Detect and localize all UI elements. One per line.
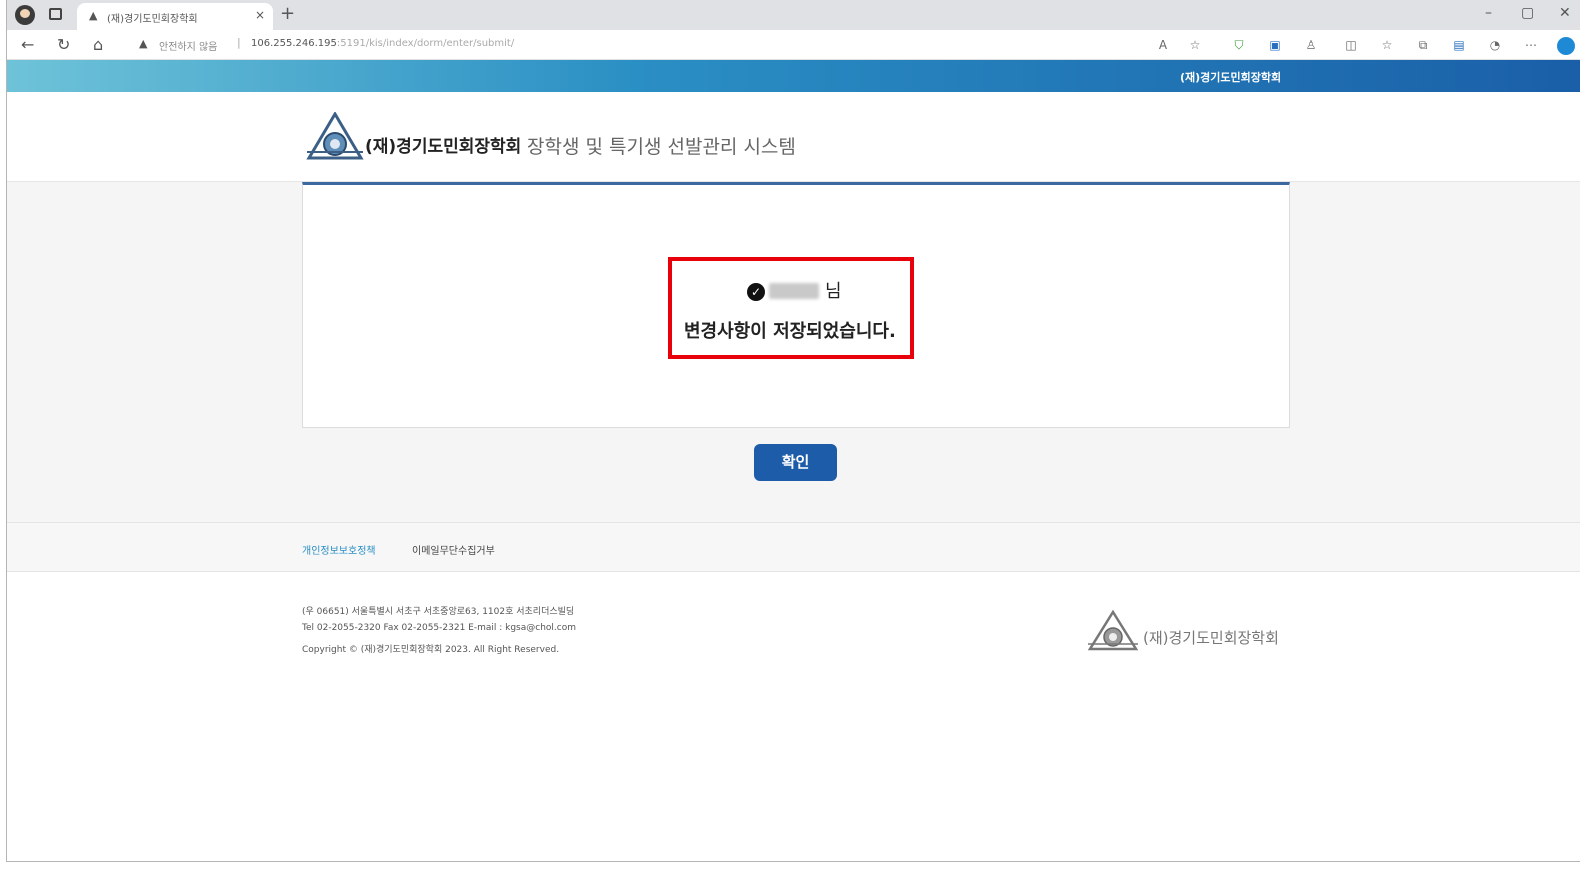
insecure-label[interactable]: 안전하지 않음 bbox=[159, 38, 217, 53]
footer-copyright: Copyright © (재)경기도민회장학회 2023. All Right … bbox=[302, 645, 560, 655]
tab-title: (재)경기도민회장학회 bbox=[107, 14, 198, 25]
tablet-icon[interactable]: ▤ bbox=[1451, 37, 1467, 53]
shield-extension-icon[interactable]: ⛉ bbox=[1231, 37, 1247, 53]
favorite-star-icon[interactable]: ☆ bbox=[1187, 37, 1203, 53]
profile-avatar-icon[interactable] bbox=[15, 5, 35, 25]
footer-logo-icon bbox=[1087, 610, 1139, 651]
address-url-field[interactable]: 106.255.246.195:5191/kis/index/dorm/ente… bbox=[251, 38, 514, 49]
read-aloud-icon[interactable]: A bbox=[1155, 37, 1171, 53]
site-footer: (우 06651) 서울특별시 서초구 서초중앙로63, 1102호 서초리더스… bbox=[7, 572, 1580, 861]
collections-icon[interactable]: ⧉ bbox=[1415, 37, 1431, 53]
org-logo-icon[interactable] bbox=[305, 112, 365, 162]
performance-icon[interactable]: ◔ bbox=[1487, 37, 1503, 53]
system-title: 장학생 및 특기생 선발관리 시스템 bbox=[527, 136, 796, 158]
window-close-button[interactable]: ✕ bbox=[1559, 5, 1571, 21]
copilot-icon[interactable] bbox=[1557, 37, 1575, 55]
strip-org-link[interactable]: (재)경기도민회장학회 bbox=[1180, 69, 1281, 85]
home-icon[interactable]: ⌂ bbox=[93, 35, 103, 54]
footer-contact: Tel 02-2055-2320 Fax 02-2055-2321 E-mail… bbox=[302, 623, 576, 633]
tab-actions-icon[interactable] bbox=[49, 8, 62, 20]
footer-org-name: (재)경기도민회장학회 bbox=[1143, 629, 1279, 647]
org-name[interactable]: (재)경기도민회장학회 bbox=[365, 132, 521, 157]
highlight-box: ✓ 님 변경사항이 저장되었습니다. bbox=[668, 257, 914, 359]
browser-tab-bar: ▲ (재)경기도민회장학회 × + – ▢ ✕ bbox=[7, 0, 1580, 30]
footer-address: (우 06651) 서울특별시 서초구 서초중앙로63, 1102호 서초리더스… bbox=[302, 607, 575, 617]
site-header: (재)경기도민회장학회 장학생 및 특기생 선발관리 시스템 bbox=[7, 92, 1580, 182]
minimize-button[interactable]: – bbox=[1485, 5, 1492, 21]
browser-tab-active[interactable]: ▲ (재)경기도민회장학회 × bbox=[77, 3, 273, 30]
redacted-name bbox=[769, 283, 819, 299]
more-menu-icon[interactable]: ⋯ bbox=[1523, 37, 1539, 53]
new-tab-button[interactable]: + bbox=[280, 3, 295, 24]
name-suffix: 님 bbox=[825, 281, 842, 302]
browser-window: ▲ (재)경기도민회장학회 × + – ▢ ✕ ← ↻ ⌂ ▲ 안전하지 않음 … bbox=[6, 0, 1580, 862]
insecure-warning-icon: ▲ bbox=[139, 37, 148, 50]
confirm-button[interactable]: 확인 bbox=[754, 444, 837, 481]
extension-icon[interactable]: ♙ bbox=[1303, 37, 1319, 53]
footer-links: 개인정보보호정책 이메일무단수집거부 bbox=[7, 522, 1580, 572]
split-screen-icon[interactable]: ◫ bbox=[1343, 37, 1359, 53]
main-content: ✓ 님 변경사항이 저장되었습니다. 확인 bbox=[7, 182, 1580, 522]
address-separator: | bbox=[237, 36, 241, 49]
favorites-icon[interactable]: ☆ bbox=[1379, 37, 1395, 53]
browser-address-bar: ← ↻ ⌂ ▲ 안전하지 않음 | 106.255.246.195:5191/k… bbox=[7, 30, 1580, 60]
restore-button[interactable]: ▢ bbox=[1521, 5, 1534, 21]
screen-extension-icon[interactable]: ▣ bbox=[1267, 37, 1283, 53]
url-host: 106.255.246.195 bbox=[251, 38, 337, 49]
privacy-policy-link[interactable]: 개인정보보호정책 bbox=[302, 542, 376, 557]
reload-icon[interactable]: ↻ bbox=[57, 35, 70, 54]
check-circle-icon: ✓ bbox=[747, 283, 765, 301]
warning-icon: ▲ bbox=[89, 9, 98, 22]
url-path: :5191/kis/index/dorm/enter/submit/ bbox=[336, 38, 515, 49]
back-arrow-icon[interactable]: ← bbox=[21, 35, 34, 54]
tab-close-icon[interactable]: × bbox=[255, 8, 265, 22]
message-card: ✓ 님 변경사항이 저장되었습니다. bbox=[302, 182, 1290, 428]
email-refusal-link[interactable]: 이메일무단수집거부 bbox=[412, 542, 495, 557]
site-top-strip: (재)경기도민회장학회 bbox=[7, 60, 1580, 92]
user-name-line: ✓ 님 bbox=[747, 277, 842, 303]
saved-message: 변경사항이 저장되었습니다. bbox=[684, 321, 896, 342]
